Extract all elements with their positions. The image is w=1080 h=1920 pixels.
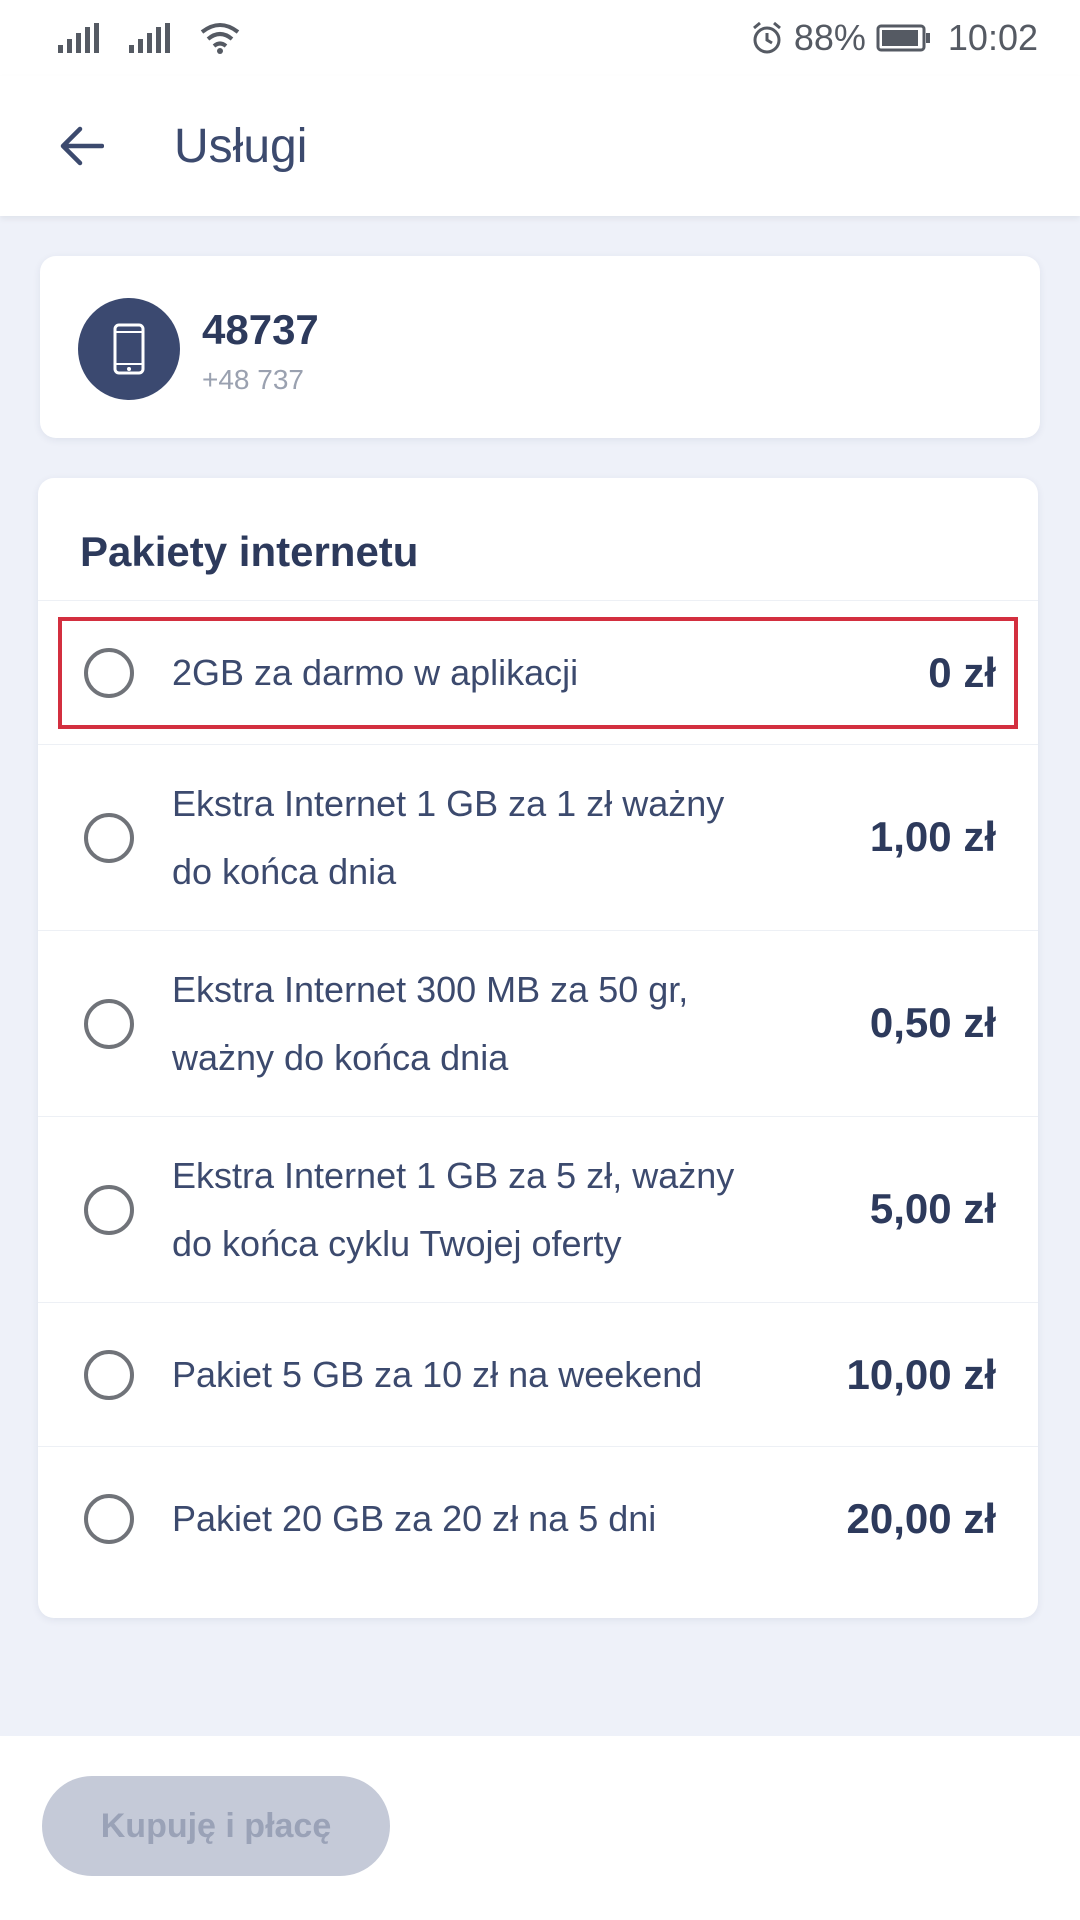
- package-row[interactable]: Ekstra Internet 1 GB za 1 zł ważny do ko…: [38, 744, 1038, 930]
- package-row[interactable]: Ekstra Internet 1 GB za 5 zł, ważny do k…: [38, 1116, 1038, 1302]
- back-button[interactable]: [36, 101, 126, 191]
- wifi-icon: [200, 23, 240, 54]
- package-label: Pakiet 20 GB za 20 zł na 5 dni: [172, 1498, 657, 1539]
- phone-number: +48 737: [202, 364, 304, 395]
- package-label: Pakiet 5 GB za 10 zł na weekend: [172, 1354, 703, 1395]
- radio-button[interactable]: [84, 1185, 134, 1235]
- app-bar: Usługi: [0, 76, 1080, 216]
- package-label: Ekstra Internet 1 GB za 5 zł, ważny do k…: [172, 1155, 735, 1264]
- package-price: 0,50 zł: [869, 999, 996, 1046]
- status-right: 88% 10:02: [750, 17, 1038, 59]
- package-row[interactable]: Pakiet 20 GB za 20 zł na 5 dni 20,00 zł: [38, 1446, 1038, 1590]
- package-label: Ekstra Internet 300 MB za 50 gr, ważny d…: [172, 969, 689, 1078]
- buy-and-pay-button[interactable]: Kupuję i płacę: [42, 1776, 390, 1876]
- clock: 10:02: [947, 17, 1038, 58]
- battery-icon: [876, 24, 930, 52]
- package-price: 10,00 zł: [846, 1351, 996, 1398]
- alarm-icon: [752, 21, 781, 54]
- package-price: 5,00 zł: [869, 1185, 996, 1232]
- radio-button[interactable]: [84, 1494, 134, 1544]
- status-bar: 88% 10:02: [0, 0, 1080, 76]
- battery-percent: 88%: [793, 17, 866, 58]
- page-title: Usługi: [174, 119, 308, 173]
- signal-icon: [129, 23, 170, 53]
- radio-button[interactable]: [84, 813, 134, 863]
- package-row[interactable]: Pakiet 5 GB za 10 zł na weekend 10,00 zł: [38, 1302, 1038, 1446]
- phone-name: 48737: [202, 306, 319, 353]
- section-title: Pakiety internetu: [80, 528, 419, 575]
- smartphone-icon: [113, 323, 145, 375]
- package-price: 1,00 zł: [869, 813, 996, 860]
- avatar: [78, 298, 180, 400]
- arrow-left-icon: [60, 126, 104, 166]
- phone-card[interactable]: 48737 +48 737: [40, 256, 1040, 438]
- status-left: [58, 22, 240, 54]
- radio-button[interactable]: [84, 1350, 134, 1400]
- highlight-box: [58, 617, 1018, 729]
- package-label: Ekstra Internet 1 GB za 1 zł ważny do ko…: [172, 783, 725, 892]
- signal-icon: [58, 23, 99, 53]
- package-row[interactable]: Ekstra Internet 300 MB za 50 gr, ważny d…: [38, 930, 1038, 1116]
- radio-button[interactable]: [84, 999, 134, 1049]
- package-price: 20,00 zł: [846, 1495, 996, 1542]
